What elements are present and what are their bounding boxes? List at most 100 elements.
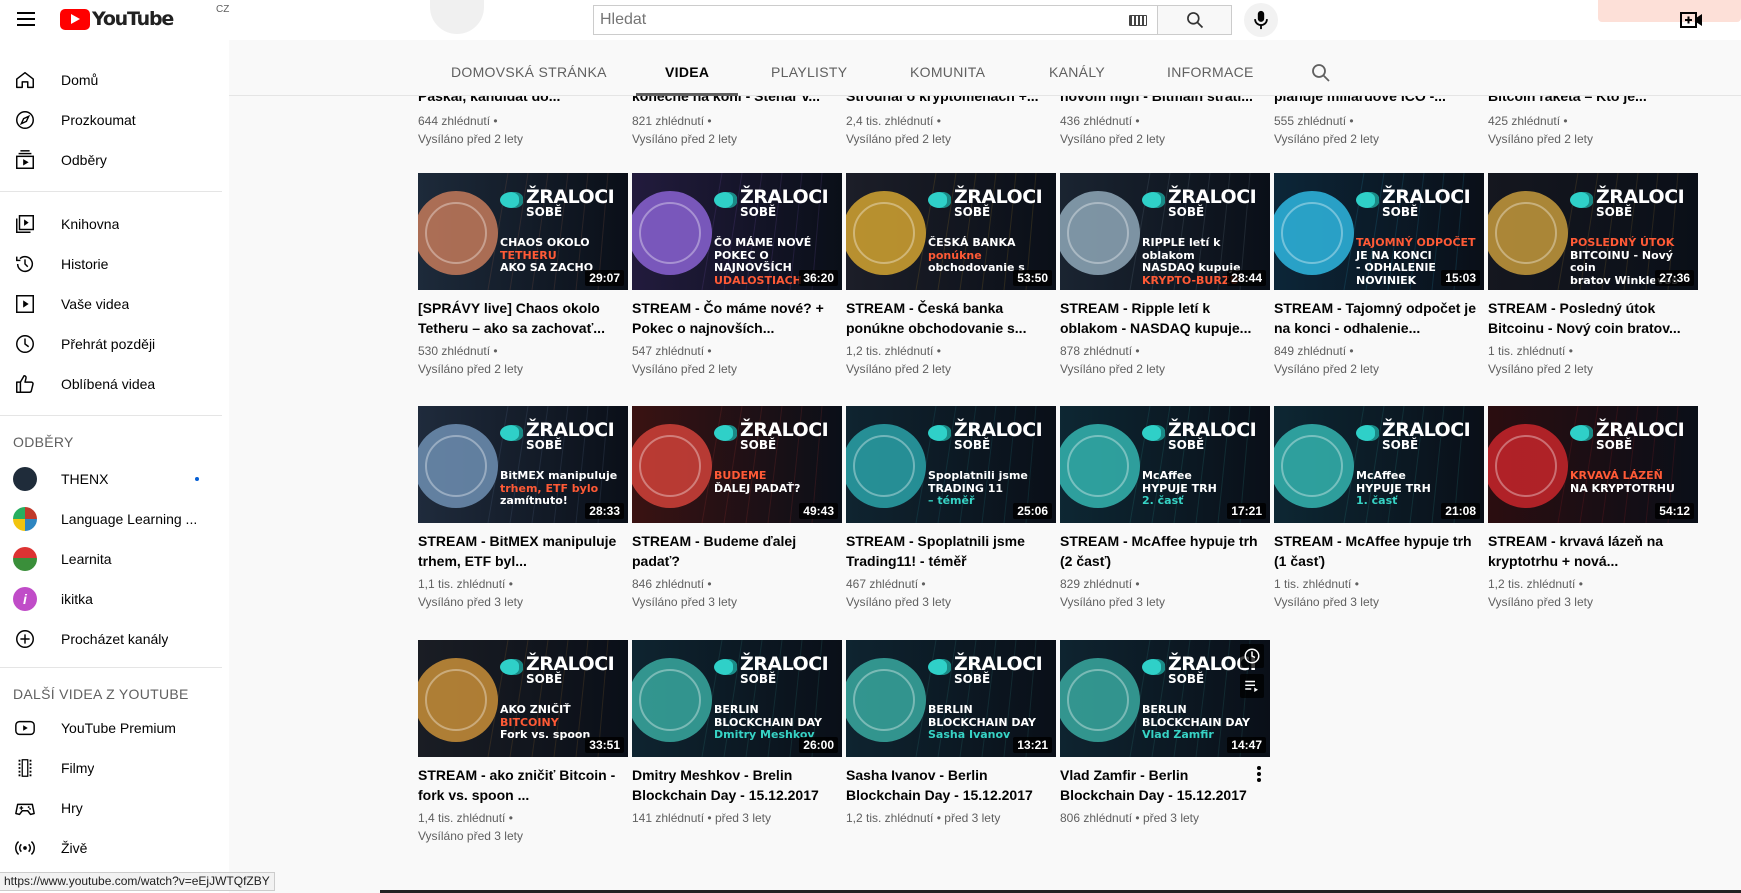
thumbnail-brand: ŽRALOCI SOBĚ bbox=[1382, 188, 1471, 219]
video-thumbnail[interactable]: ŽRALOCI SOBĚ ČESKÁ BANKA ponúkne obchodova… bbox=[846, 173, 1056, 290]
video-thumbnail[interactable]: ŽRALOCI SOBĚ CHAOS OKOLO TETHERU AKO SA ZA… bbox=[418, 173, 628, 290]
search-button[interactable] bbox=[1158, 5, 1232, 35]
subscription-label: Learnita bbox=[61, 551, 112, 567]
create-video-icon[interactable] bbox=[1680, 10, 1704, 30]
sidebar-item-liked-videos[interactable]: Oblíbená videa bbox=[0, 364, 229, 404]
video-card[interactable]: ŽRALOCI SOBĚ Spoplatnili jsme TRADING 11–… bbox=[846, 406, 1056, 611]
video-title[interactable]: STREAM - krvavá lázeň na kryptotrhu + no… bbox=[1488, 531, 1698, 571]
video-card[interactable]: ŽRALOCI SOBĚ TAJOMNÝ ODPOČET JE NA KONCI -… bbox=[1274, 173, 1484, 378]
tab-playlists[interactable]: PLAYLISTY bbox=[771, 48, 847, 96]
sidebar-item-library[interactable]: Knihovna bbox=[0, 204, 229, 244]
tab-channels[interactable]: KANÁLY bbox=[1049, 48, 1105, 96]
video-thumbnail[interactable]: ŽRALOCI SOBĚ McAffee HYPUJE TRH 2. časť 17… bbox=[1060, 406, 1270, 523]
search-input[interactable] bbox=[594, 11, 1114, 29]
sidebar-item-games[interactable]: Hry bbox=[0, 788, 229, 828]
sidebar-item-live[interactable]: Živě bbox=[0, 828, 229, 868]
video-title[interactable]: STREAM - Tajomný odpočet je na konci - o… bbox=[1274, 298, 1484, 338]
video-card[interactable]: ŽRALOCI SOBĚ BERLIN BLOCKCHAIN DAY Vlad Za… bbox=[1060, 640, 1270, 827]
video-card[interactable]: ŽRALOCI SOBĚ McAffee HYPUJE TRH 2. časť 17… bbox=[1060, 406, 1270, 611]
video-title[interactable]: STREAM - ako zničiť Bitcoin - fork vs. s… bbox=[418, 765, 628, 805]
video-title[interactable]: STREAM - Čo máme nové? + Pokec o najnovš… bbox=[632, 298, 842, 338]
video-thumbnail[interactable]: ŽRALOCI SOBĚ BERLIN BLOCKCHAIN DAY Sasha I… bbox=[846, 640, 1056, 757]
sidebar-item-youtube-premium[interactable]: YouTube Premium bbox=[0, 708, 229, 748]
video-thumbnail[interactable]: ŽRALOCI SOBĚ BERLIN BLOCKCHAIN DAY Vlad Za… bbox=[1060, 640, 1270, 757]
video-thumbnail[interactable]: ŽRALOCI SOBĚ BUDEME ĎALEJ PADAŤ? 49:43 bbox=[632, 406, 842, 523]
menu-icon[interactable] bbox=[14, 8, 38, 32]
sidebar-item-history[interactable]: Historie bbox=[0, 244, 229, 284]
video-card[interactable]: ŽRALOCI SOBĚ POSLEDNÝ ÚTOK BITCOINU - Nov… bbox=[1488, 173, 1698, 378]
video-title[interactable]: Sasha Ivanov - Berlin Blockchain Day - 1… bbox=[846, 765, 1056, 805]
keyboard-icon[interactable] bbox=[1129, 15, 1147, 26]
video-card[interactable]: ŽRALOCI SOBĚ ČO MÁME NOVÉ POKEC O NAJNOVŠ… bbox=[632, 173, 842, 378]
video-title[interactable]: STREAM - Budeme ďalej padať? bbox=[632, 531, 842, 571]
video-title[interactable]: Dmitry Meshkov - Brelin Blockchain Day -… bbox=[632, 765, 842, 805]
subscription-language-learning[interactable]: Language Learning ... bbox=[0, 499, 229, 539]
subscription-learnita[interactable]: Learnita bbox=[0, 539, 229, 579]
video-thumbnail[interactable]: ŽRALOCI SOBĚ POSLEDNÝ ÚTOK BITCOINU - Nov… bbox=[1488, 173, 1698, 290]
video-title[interactable]: STREAM - Česká banka ponúkne obchodovani… bbox=[846, 298, 1056, 338]
tab-community[interactable]: KOMUNITA bbox=[910, 48, 985, 96]
video-meta: 806 zhlédnutí • před 3 lety bbox=[1060, 809, 1270, 827]
browse-channels[interactable]: Procházet kanály bbox=[0, 619, 229, 659]
video-thumbnail[interactable]: ŽRALOCI SOBĚ BERLIN BLOCKCHAIN DAY Dmitry … bbox=[632, 640, 842, 757]
sidebar-item-subscriptions[interactable]: Odběry bbox=[0, 140, 229, 180]
video-title[interactable]: STREAM - Spoplatnili jsme Trading11! - t… bbox=[846, 531, 1056, 571]
video-card[interactable]: ŽRALOCI SOBĚ CHAOS OKOLO TETHERU AKO SA ZA… bbox=[418, 173, 628, 378]
video-card[interactable]: ŽRALOCI SOBĚ BitMEX manipuluje trhem, ETF… bbox=[418, 406, 628, 611]
video-thumbnail[interactable]: ŽRALOCI SOBĚ McAffee HYPUJE TRH 1. časť 21… bbox=[1274, 406, 1484, 523]
thumbnail-caption-line: McAffee bbox=[1142, 469, 1192, 482]
video-duration: 15:03 bbox=[1441, 270, 1480, 286]
sidebar-item-your-videos[interactable]: Vaše videa bbox=[0, 284, 229, 324]
video-card[interactable]: ŽRALOCI SOBĚ AKO ZNIČIŤ BITCOINY Fork vs. … bbox=[418, 640, 628, 845]
video-card[interactable]: ŽRALOCI SOBĚ BERLIN BLOCKCHAIN DAY Sasha I… bbox=[846, 640, 1056, 827]
video-title[interactable]: STREAM - Posledný útok Bitcoinu - Nový c… bbox=[1488, 298, 1698, 338]
video-thumbnail[interactable]: ŽRALOCI SOBĚ AKO ZNIČIŤ BITCOINY Fork vs. … bbox=[418, 640, 628, 757]
video-title[interactable]: Vlad Zamfir - Berlin Blockchain Day - 15… bbox=[1060, 765, 1270, 805]
video-card[interactable]: ŽRALOCI SOBĚ KRVAVÁ LÁZEŇ NA KRYPTOTRHU 5… bbox=[1488, 406, 1698, 611]
sidebar-item-films[interactable]: Filmy bbox=[0, 748, 229, 788]
add-to-queue-button[interactable] bbox=[1240, 674, 1264, 698]
video-title[interactable]: [SPRÁVY live] Chaos okolo Tetheru – ako … bbox=[418, 298, 628, 338]
youtube-logo[interactable]: YouTube CZ bbox=[60, 4, 229, 31]
sidebar-item-home[interactable]: Domů bbox=[0, 60, 229, 100]
sidebar-item-explore[interactable]: Prozkoumat bbox=[0, 100, 229, 140]
upload-age: Vysíláno před 2 lety bbox=[846, 362, 951, 376]
video-thumbnail[interactable]: ŽRALOCI SOBĚ ČO MÁME NOVÉ POKEC O NAJNOVŠ… bbox=[632, 173, 842, 290]
video-thumbnail[interactable]: ŽRALOCI SOBĚ Spoplatnili jsme TRADING 11–… bbox=[846, 406, 1056, 523]
video-thumbnail[interactable]: ŽRALOCI SOBĚ BitMEX manipuluje trhem, ETF… bbox=[418, 406, 628, 523]
upload-age: Vysíláno před 3 lety bbox=[418, 829, 523, 843]
tab-home[interactable]: DOMOVSKÁ STRÁNKA bbox=[451, 48, 607, 96]
more-actions-icon[interactable] bbox=[1256, 764, 1262, 784]
video-card[interactable]: ŽRALOCI SOBĚ BUDEME ĎALEJ PADAŤ? 49:43 ST… bbox=[632, 406, 842, 611]
video-thumbnail[interactable]: ŽRALOCI SOBĚ RIPPLE letí k oblakom NASDAQ… bbox=[1060, 173, 1270, 290]
sidebar-divider bbox=[0, 191, 222, 192]
video-title[interactable]: STREAM - McAffee hypuje trh (1 časť) bbox=[1274, 531, 1484, 571]
shark-logo-icon bbox=[714, 659, 737, 675]
subscribe-button[interactable] bbox=[1598, 0, 1741, 22]
meta-separator: • bbox=[1568, 344, 1573, 358]
video-title[interactable]: STREAM - BitMEX manipuluje trhem, ETF by… bbox=[418, 531, 628, 571]
sidebar-item-watch-later[interactable]: Přehrát později bbox=[0, 324, 229, 364]
sidebar-item-label: Oblíbená videa bbox=[61, 376, 156, 392]
video-thumbnail[interactable]: ŽRALOCI SOBĚ TAJOMNÝ ODPOČET JE NA KONCI -… bbox=[1274, 173, 1484, 290]
channel-search-icon[interactable] bbox=[1309, 61, 1333, 85]
watch-later-button[interactable] bbox=[1240, 644, 1264, 668]
tab-about[interactable]: INFORMACE bbox=[1167, 48, 1254, 96]
video-card[interactable]: ŽRALOCI SOBĚ BERLIN BLOCKCHAIN DAY Dmitry … bbox=[632, 640, 842, 827]
thumbnail-caption: BERLIN BLOCKCHAIN DAY Dmitry Meshkov bbox=[714, 703, 842, 742]
video-card[interactable]: ŽRALOCI SOBĚ ČESKÁ BANKA ponúkne obchodova… bbox=[846, 173, 1056, 378]
channel-avatar-wrap bbox=[13, 507, 37, 531]
voice-search-button[interactable] bbox=[1244, 3, 1278, 37]
queue-icon bbox=[1245, 680, 1258, 692]
video-title[interactable]: STREAM - Ripple letí k oblakom - NASDAQ … bbox=[1060, 298, 1270, 338]
video-thumbnail[interactable]: ŽRALOCI SOBĚ KRVAVÁ LÁZEŇ NA KRYPTOTRHU 5… bbox=[1488, 406, 1698, 523]
tab-videos[interactable]: VIDEA bbox=[635, 48, 739, 96]
video-card[interactable]: ŽRALOCI SOBĚ McAffee HYPUJE TRH 1. časť 21… bbox=[1274, 406, 1484, 611]
upload-age: Vysíláno před 2 lety bbox=[1274, 362, 1379, 376]
shark-logo-icon bbox=[928, 425, 951, 441]
subscription-thenx[interactable]: THENX bbox=[0, 459, 229, 499]
subscription-ikitka[interactable]: i ikitka bbox=[0, 579, 229, 619]
video-title[interactable]: STREAM - McAffee hypuje trh (2 časť) bbox=[1060, 531, 1270, 571]
video-duration: 36:20 bbox=[799, 270, 838, 286]
video-card[interactable]: ŽRALOCI SOBĚ RIPPLE letí k oblakom NASDAQ… bbox=[1060, 173, 1270, 378]
